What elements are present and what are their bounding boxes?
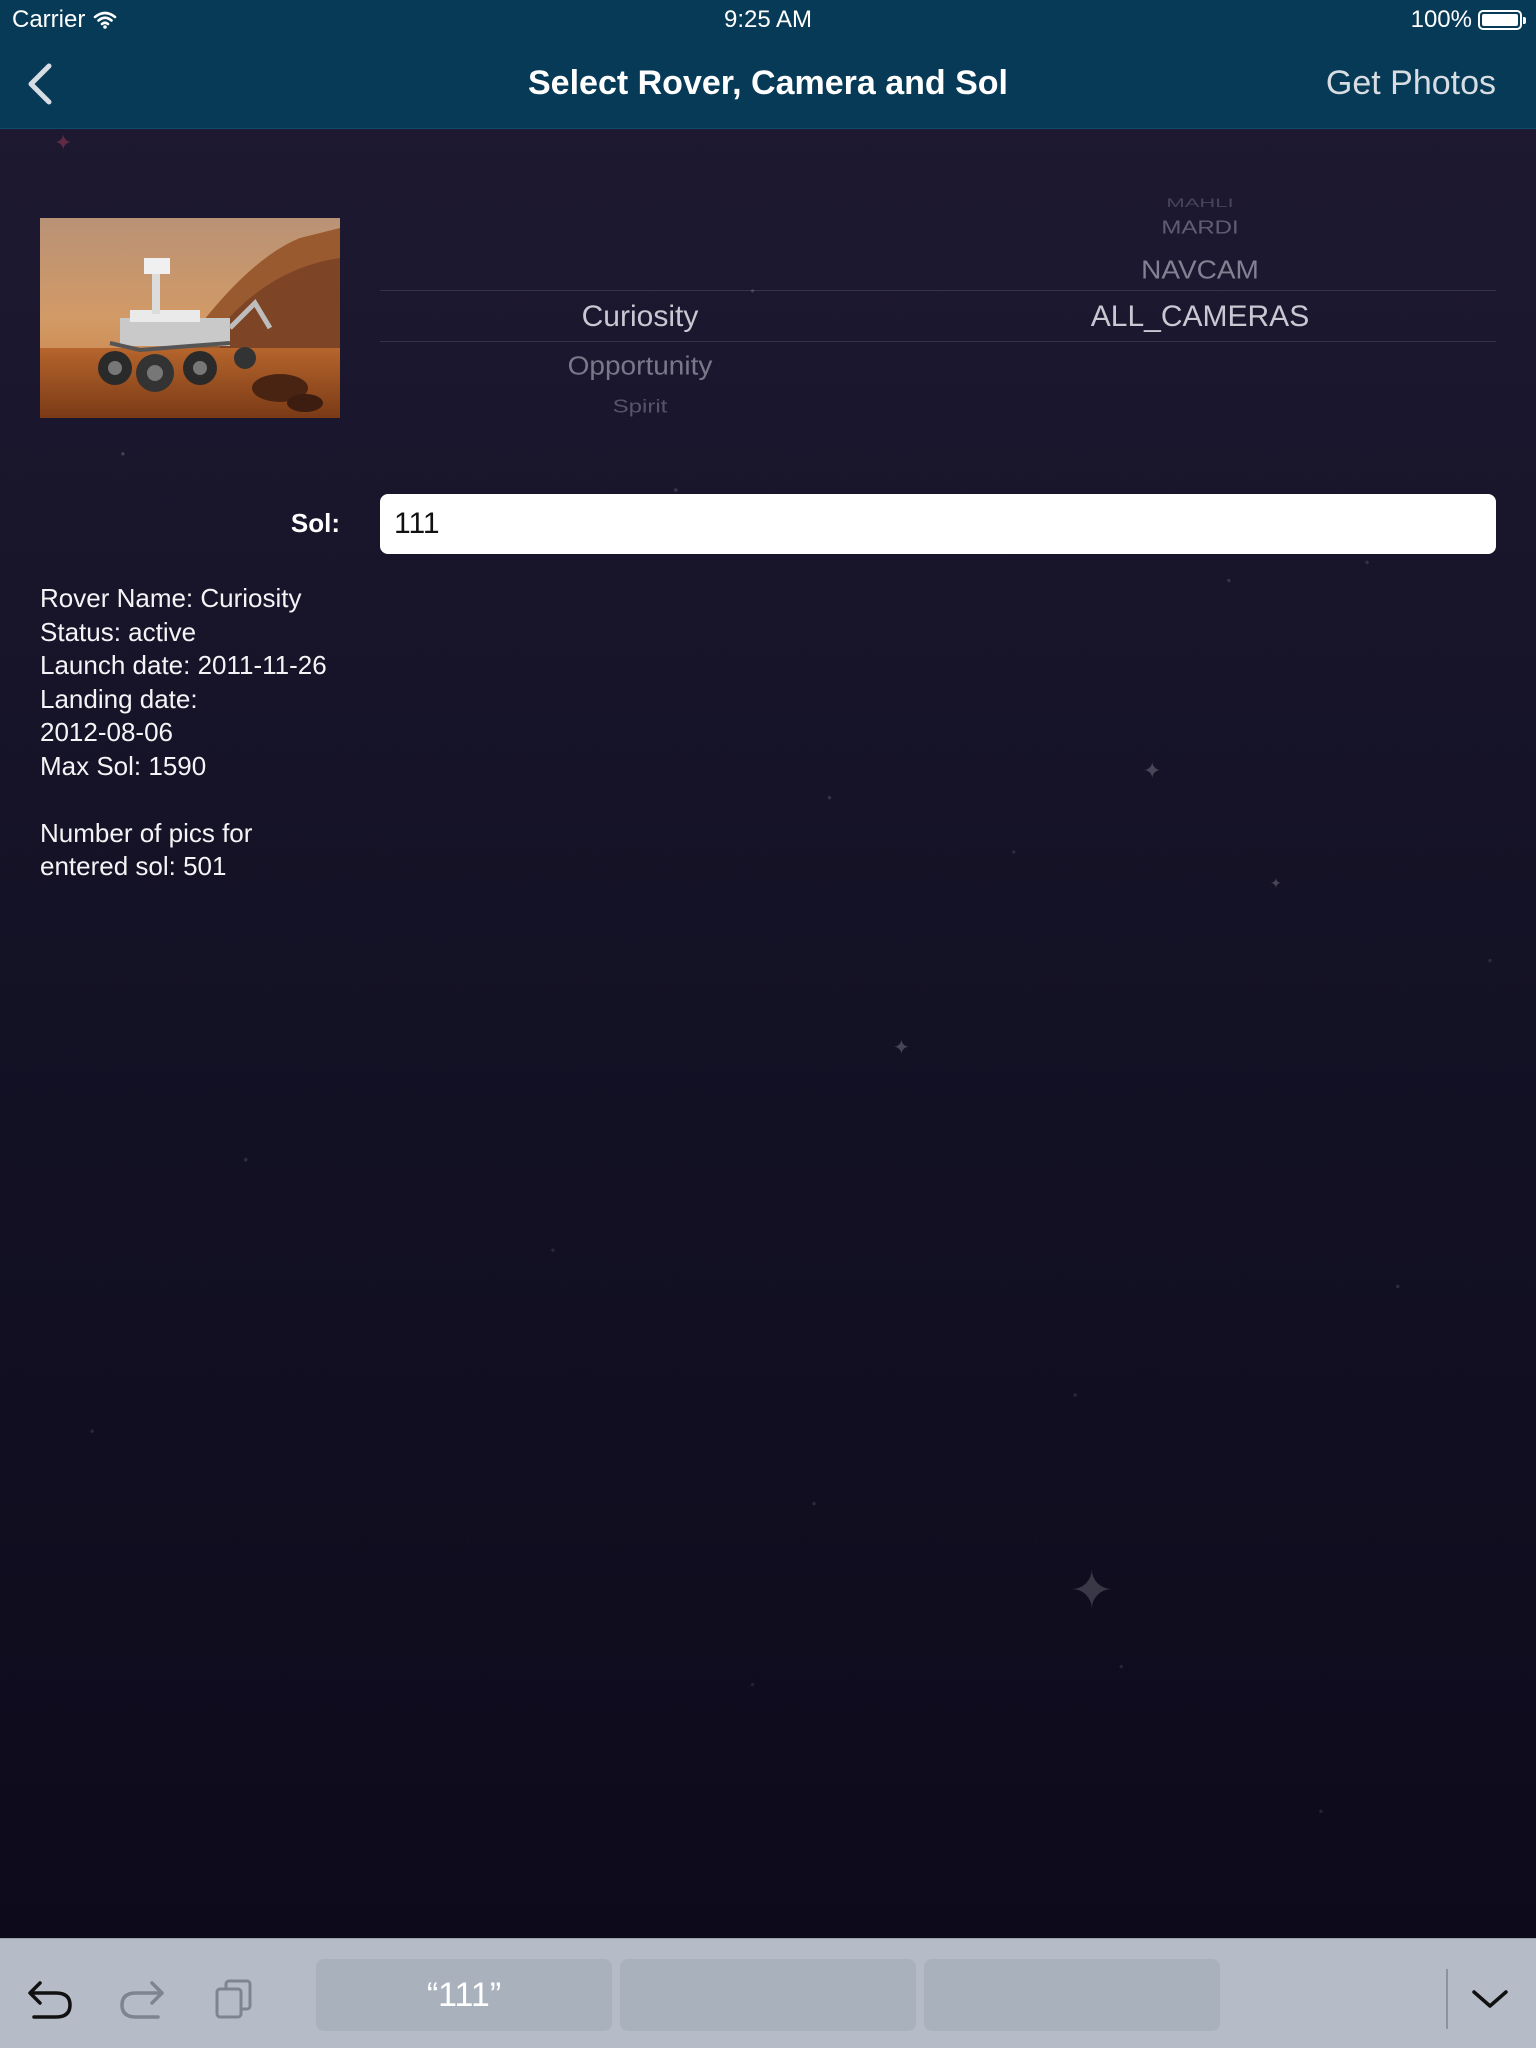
suggestion-2[interactable] xyxy=(620,1959,916,2031)
dismiss-keyboard-icon xyxy=(1472,1990,1508,2008)
rover-camera-picker[interactable]: Curiosity Opportunity Spirit MAHLI MARDI… xyxy=(380,184,1496,424)
launch-date-text: Launch date: 2011-11-26 xyxy=(40,650,327,680)
redo-icon xyxy=(120,1981,164,2019)
suggestion-3[interactable] xyxy=(924,1959,1220,2031)
pics-count-label: Number of pics for xyxy=(40,817,253,848)
paste-button[interactable] xyxy=(204,1969,264,2029)
battery-percent: 100% xyxy=(1410,6,1472,33)
battery-icon xyxy=(1478,10,1526,30)
undo-button[interactable] xyxy=(20,1969,80,2029)
rover-option[interactable]: Spirit xyxy=(440,397,840,418)
clock: 9:25 AM xyxy=(723,6,813,33)
paste-icon xyxy=(215,1979,252,2019)
camera-option[interactable]: MARDI xyxy=(1000,217,1400,239)
dismiss-keyboard-button[interactable] xyxy=(1460,1969,1520,2029)
keyboard-shortcut-bar: “111” xyxy=(0,1938,1536,2048)
sol-input[interactable] xyxy=(380,494,1496,554)
landing-date-value: 2012-08-06 xyxy=(40,717,173,747)
rover-name-text: Rover Name: Curiosity xyxy=(40,583,302,613)
sparkle-icon: ✦ xyxy=(1143,758,1162,783)
page-title: Select Rover, Camera and Sol xyxy=(528,64,1008,102)
navigation-bar: Select Rover, Camera and Sol Get Photos xyxy=(0,40,1536,129)
sparkle-icon: ✦ xyxy=(893,1037,910,1059)
camera-option-selected[interactable]: ALL_CAMERAS xyxy=(1000,300,1400,334)
divider xyxy=(1446,1969,1448,2029)
rover-photo xyxy=(40,218,340,418)
camera-option[interactable]: NAVCAM xyxy=(1000,255,1400,284)
suggestion-1[interactable]: “111” xyxy=(316,1959,612,2031)
landing-date-label: Landing date: xyxy=(40,683,198,714)
sparkle-icon: ✦ xyxy=(54,130,73,155)
max-sol-text: Max Sol: 1590 xyxy=(40,750,207,781)
camera-picker-column[interactable]: MAHLI MARDI NAVCAM ALL_CAMERAS xyxy=(1000,184,1400,424)
rover-option-selected[interactable]: Curiosity xyxy=(440,300,840,334)
rover-picker-column[interactable]: Curiosity Opportunity Spirit xyxy=(440,184,840,424)
rover-option[interactable]: Opportunity xyxy=(440,351,840,380)
sparkle-icon: ✦ xyxy=(1270,875,1282,891)
rover-info: Rover Name: Curiosity Status: active Lau… xyxy=(40,582,360,884)
undo-icon xyxy=(28,1981,72,2019)
sol-label: Sol: xyxy=(290,508,340,538)
battery-indicator: 100% xyxy=(1410,6,1526,34)
pics-count-value: entered sol: 501 xyxy=(40,851,227,881)
get-photos-button[interactable]: Get Photos xyxy=(1326,64,1496,103)
camera-option[interactable]: MAHLI xyxy=(1000,196,1400,210)
rover-status-text: Status: active xyxy=(40,616,197,647)
redo-button[interactable] xyxy=(112,1969,172,2029)
sparkle-icon: ✦ xyxy=(1070,1562,1114,1620)
status-bar: Carrier 9:25 AM 100% xyxy=(0,0,1536,40)
